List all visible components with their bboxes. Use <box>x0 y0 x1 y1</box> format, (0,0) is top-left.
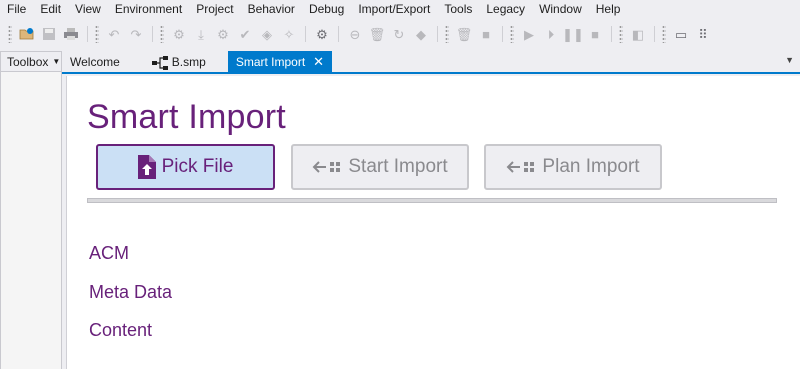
toolbar-grip[interactable] <box>8 25 12 43</box>
document-tabs: Welcome B.smp Smart Import ✕ <box>62 51 800 72</box>
menu-edit[interactable]: Edit <box>33 0 68 19</box>
toolbar-separator <box>338 26 339 42</box>
stop-square-icon[interactable]: ■ <box>477 25 495 43</box>
open-project-icon[interactable] <box>18 25 36 43</box>
redo-icon[interactable]: ↷ <box>127 25 145 43</box>
toolbar-grip[interactable] <box>95 25 99 43</box>
project-file-icon <box>151 55 170 70</box>
tab-label: B.smp <box>171 54 206 69</box>
pick-file-button[interactable]: Pick File <box>96 144 275 190</box>
menu-behavior[interactable]: Behavior <box>241 0 302 19</box>
delete-icon[interactable]: 🗑 <box>455 25 473 43</box>
menu-bar: File Edit View Environment Project Behav… <box>0 0 800 19</box>
menu-legacy[interactable]: Legacy <box>479 0 532 19</box>
toolbox-label: Toolbox <box>7 54 49 69</box>
save-icon[interactable] <box>40 25 58 43</box>
gear-icon[interactable]: ⚙ <box>313 25 331 43</box>
screen-icon[interactable]: ▭ <box>672 25 690 43</box>
tab-welcome[interactable]: Welcome <box>62 51 128 72</box>
menu-window[interactable]: Window <box>532 0 589 19</box>
menu-environment[interactable]: Environment <box>108 0 189 19</box>
toolbar-separator <box>611 26 612 42</box>
build-gear-icon[interactable]: ⚙ <box>170 25 188 43</box>
badge-icon[interactable]: ✧ <box>280 25 298 43</box>
toolbar-separator <box>305 26 306 42</box>
pause-icon[interactable]: ❚❚ <box>562 25 584 43</box>
toolbar-grip[interactable] <box>445 25 449 43</box>
menu-help[interactable]: Help <box>589 0 628 19</box>
toolbar-grip[interactable] <box>619 25 623 43</box>
pick-file-label: Pick File <box>161 156 234 177</box>
section-link-acm[interactable]: ACM <box>89 243 129 264</box>
cube-icon[interactable]: ◧ <box>629 25 647 43</box>
plan-import-label: Plan Import <box>542 156 640 177</box>
menu-project[interactable]: Project <box>189 0 240 19</box>
arrow-grid-icon <box>312 160 342 174</box>
menu-file[interactable]: File <box>0 0 33 19</box>
remove-circle-icon[interactable]: ⊖ <box>346 25 364 43</box>
toolbar-separator <box>502 26 503 42</box>
menu-import-export[interactable]: Import/Export <box>351 0 437 19</box>
play-icon[interactable]: ▶ <box>520 25 538 43</box>
tab-overflow-icon[interactable]: ▼ <box>785 55 794 65</box>
tag-icon[interactable]: ◈ <box>258 25 276 43</box>
toolbar-separator <box>437 26 438 42</box>
trash-icon[interactable]: 🗑 <box>368 25 386 43</box>
toolbox-tab[interactable]: Toolbox ▼ <box>0 51 62 72</box>
menu-debug[interactable]: Debug <box>302 0 351 19</box>
toolbar-separator <box>654 26 655 42</box>
undo-icon[interactable]: ↶ <box>105 25 123 43</box>
step-play-icon[interactable]: ⏵ <box>542 25 560 43</box>
tab-b-smp[interactable]: B.smp <box>144 51 214 72</box>
plan-import-button[interactable]: Plan Import <box>484 144 662 190</box>
tab-smart-import[interactable]: Smart Import ✕ <box>227 51 333 72</box>
toolbox-panel <box>0 72 62 369</box>
settings-check-icon[interactable]: ⚙ <box>214 25 232 43</box>
tab-underline <box>62 72 800 74</box>
tab-label: Smart Import <box>235 54 306 69</box>
start-import-label: Start Import <box>348 156 448 177</box>
tab-label: Welcome <box>70 54 120 69</box>
toolbar-separator <box>87 26 88 42</box>
menu-view[interactable]: View <box>68 0 108 19</box>
toolbar-grip[interactable] <box>510 25 514 43</box>
section-link-content[interactable]: Content <box>89 320 152 341</box>
close-icon[interactable]: ✕ <box>313 54 324 70</box>
stop-icon[interactable]: ■ <box>586 25 604 43</box>
download-icon[interactable]: ⤓ <box>192 25 210 43</box>
arrow-grid-icon <box>506 160 536 174</box>
page-title: Smart Import <box>87 98 286 136</box>
label-icon[interactable]: ◆ <box>412 25 430 43</box>
toolbar-grip[interactable] <box>160 25 164 43</box>
hierarchy-icon[interactable]: ⠿ <box>694 25 712 43</box>
menu-tools[interactable]: Tools <box>437 0 479 19</box>
section-link-meta-data[interactable]: Meta Data <box>89 282 172 303</box>
checkmark-icon[interactable]: ✔ <box>236 25 254 43</box>
toolbar: ↶ ↷ ⚙ ⤓ ⚙ ✔ ◈ ✧ ⚙ ⊖ 🗑 ↻ ◆ 🗑 ■ ▶ ⏵ ❚❚ ■ ◧… <box>0 21 800 47</box>
start-import-button[interactable]: Start Import <box>291 144 469 190</box>
progress-divider <box>87 198 777 203</box>
file-upload-icon <box>137 155 156 179</box>
chevron-down-icon: ▼ <box>52 57 61 66</box>
toolbar-grip[interactable] <box>662 25 666 43</box>
refresh-icon[interactable]: ↻ <box>390 25 408 43</box>
toolbar-separator <box>152 26 153 42</box>
print-icon[interactable] <box>62 25 80 43</box>
